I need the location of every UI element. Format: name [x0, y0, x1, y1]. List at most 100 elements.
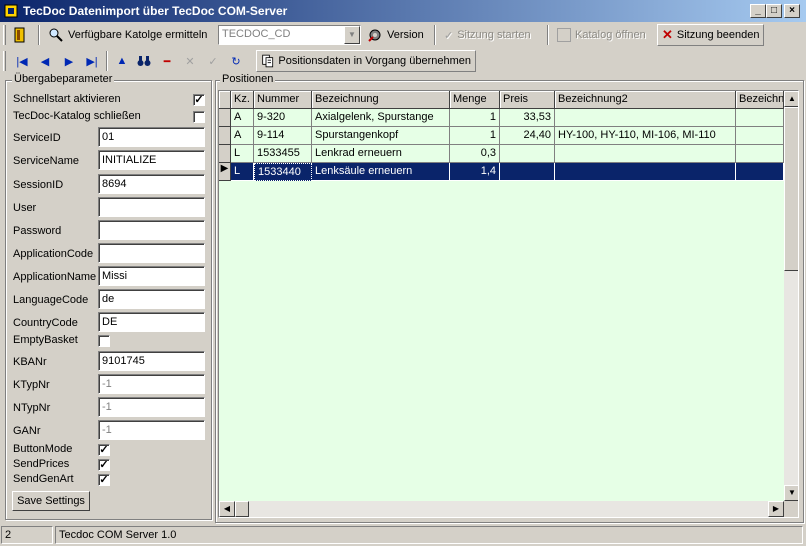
cell-preis[interactable]: 24,40 — [500, 127, 555, 145]
exit-button[interactable] — [9, 24, 33, 46]
buttonmode-checkbox[interactable]: ✓ — [98, 444, 110, 456]
refresh-icon[interactable]: ↻ — [228, 53, 244, 69]
minimize-button[interactable]: _ — [750, 4, 766, 18]
chevron-down-icon[interactable]: ▼ — [344, 26, 360, 44]
start-session-button[interactable]: ✓ Sitzung starten — [440, 24, 535, 46]
close-button[interactable]: × — [784, 4, 800, 18]
languagecode-field[interactable]: de — [98, 289, 205, 309]
table-row[interactable]: A 9-320 Axialgelenk, Spurstange 1 33,53 — [219, 109, 784, 127]
column-header-bezeichnung[interactable]: Bezeichnung — [312, 91, 450, 109]
horizontal-scroll-thumb[interactable] — [235, 501, 249, 517]
cell-bezeichnung2[interactable] — [555, 109, 736, 127]
table-row-selected[interactable]: ▶ L 1533440 Lenksäule erneuern 1,4 — [219, 163, 784, 181]
ganr-field[interactable]: -1 — [98, 420, 205, 440]
ntypnr-field[interactable]: -1 — [98, 397, 205, 417]
cell-bezeichnung[interactable]: Axialgelenk, Spurstange — [312, 109, 450, 127]
cell-menge[interactable]: 1,4 — [450, 163, 500, 181]
column-header-bezeichnung2[interactable]: Bezeichnung2 — [555, 91, 736, 109]
ktypnr-label: KTypNr — [13, 379, 50, 391]
cell-bezeichnung[interactable]: Spurstangenkopf — [312, 127, 450, 145]
catalog-search-icon — [49, 28, 63, 42]
scroll-up-icon[interactable]: ▲ — [784, 91, 798, 107]
cell-bezeichnung3[interactable] — [736, 145, 784, 163]
cell-bezeichnung2[interactable] — [555, 163, 736, 181]
emptybasket-checkbox[interactable] — [98, 335, 110, 347]
last-record-icon[interactable]: ▶| — [84, 53, 100, 69]
first-record-icon[interactable]: |◀ — [14, 53, 30, 69]
table-row[interactable]: L 1533455 Lenkrad erneuern 0,3 — [219, 145, 784, 163]
find-binoculars-icon[interactable] — [136, 53, 152, 69]
applicationname-field[interactable]: Missi — [98, 266, 205, 286]
cell-nummer[interactable]: 1533455 — [254, 145, 312, 163]
cell-preis[interactable] — [500, 145, 555, 163]
ktypnr-field[interactable]: -1 — [98, 374, 205, 394]
positions-grid[interactable]: Kz. Nummer Bezeichnung Menge Preis Bezei… — [218, 90, 799, 518]
scroll-left-icon[interactable]: ◀ — [219, 501, 235, 517]
cell-kz[interactable]: A — [231, 109, 254, 127]
countrycode-field[interactable]: DE — [98, 312, 205, 332]
cell-preis[interactable] — [500, 163, 555, 181]
column-header-kz[interactable]: Kz. — [231, 91, 254, 109]
apply-positions-button[interactable]: Positionsdaten in Vorgang übernehmen — [256, 50, 476, 72]
sendgenart-checkbox[interactable]: ✓ — [98, 474, 110, 486]
cell-nummer[interactable]: 9-114 — [254, 127, 312, 145]
sendprices-label: SendPrices — [13, 458, 70, 470]
applicationcode-field[interactable] — [98, 243, 205, 263]
cell-bezeichnung[interactable]: Lenksäule erneuern — [312, 163, 450, 181]
cell-bezeichnung3[interactable] — [736, 127, 784, 145]
end-session-button[interactable]: ✕ Sitzung beenden — [657, 24, 764, 46]
save-settings-button[interactable]: Save Settings — [12, 491, 90, 511]
maximize-button[interactable]: □ — [766, 4, 782, 18]
move-up-icon[interactable]: ▲ — [114, 53, 130, 69]
scroll-right-icon[interactable]: ▶ — [768, 501, 784, 517]
sendprices-checkbox[interactable]: ✓ — [98, 459, 110, 471]
horizontal-scrollbar[interactable]: ◀ ▶ — [219, 501, 784, 517]
row-indicator[interactable] — [219, 145, 231, 163]
open-catalog-button[interactable]: Katalog öffnen — [553, 24, 650, 46]
password-field[interactable] — [98, 220, 205, 240]
cell-bezeichnung2[interactable] — [555, 145, 736, 163]
get-catalogs-button[interactable]: Verfügbare Katolge ermitteln — [44, 24, 211, 46]
catalog-combo[interactable]: TECDOC_CD ▼ — [218, 25, 361, 45]
column-header-nummer[interactable]: Nummer — [254, 91, 312, 109]
servicename-field[interactable]: INITIALIZE — [98, 150, 205, 170]
cell-nummer[interactable]: 9-320 — [254, 109, 312, 127]
prior-record-icon[interactable]: ◀ — [37, 53, 53, 69]
row-indicator[interactable] — [219, 109, 231, 127]
vertical-scrollbar[interactable]: ▲ ▼ — [784, 91, 798, 501]
row-indicator[interactable] — [219, 127, 231, 145]
cell-nummer-focused[interactable]: 1533440 — [254, 163, 312, 181]
cell-menge[interactable]: 1 — [450, 127, 500, 145]
scroll-down-icon[interactable]: ▼ — [784, 485, 798, 501]
cancel-icon[interactable]: ✕ — [182, 53, 198, 69]
toolbar-grip[interactable] — [3, 25, 6, 45]
column-header-menge[interactable]: Menge — [450, 91, 500, 109]
cell-menge[interactable]: 1 — [450, 109, 500, 127]
cell-bezeichnung[interactable]: Lenkrad erneuern — [312, 145, 450, 163]
current-row-indicator-icon[interactable]: ▶ — [219, 163, 231, 181]
next-record-icon[interactable]: ▶ — [61, 53, 77, 69]
sessionid-field[interactable]: 8694 — [98, 174, 205, 194]
delete-minus-icon[interactable]: ━ — [159, 53, 175, 69]
serviceid-field[interactable]: 01 — [98, 127, 205, 147]
version-button[interactable]: Version — [363, 24, 428, 46]
cell-preis[interactable]: 33,53 — [500, 109, 555, 127]
close-catalog-checkbox[interactable] — [193, 111, 205, 123]
cell-kz[interactable]: L — [231, 145, 254, 163]
password-label: Password — [13, 225, 62, 237]
user-field[interactable] — [98, 197, 205, 217]
cell-bezeichnung3[interactable] — [736, 109, 784, 127]
column-header-preis[interactable]: Preis — [500, 91, 555, 109]
kbanr-field[interactable]: 9101745 — [98, 351, 205, 371]
vertical-scroll-thumb[interactable] — [784, 107, 798, 271]
cell-kz[interactable]: A — [231, 127, 254, 145]
cell-bezeichnung3[interactable] — [736, 163, 784, 181]
post-check-icon[interactable]: ✓ — [205, 53, 221, 69]
cell-bezeichnung2[interactable]: HY-100, HY-110, MI-106, MI-110 — [555, 127, 736, 145]
column-header-bezeichnung3[interactable]: Bezeichnu — [736, 91, 784, 109]
cell-menge[interactable]: 0,3 — [450, 145, 500, 163]
cell-kz[interactable]: L — [231, 163, 254, 181]
toolbar-grip[interactable] — [3, 51, 6, 71]
quickstart-checkbox[interactable]: ✓ — [193, 94, 205, 106]
table-row[interactable]: A 9-114 Spurstangenkopf 1 24,40 HY-100, … — [219, 127, 784, 145]
